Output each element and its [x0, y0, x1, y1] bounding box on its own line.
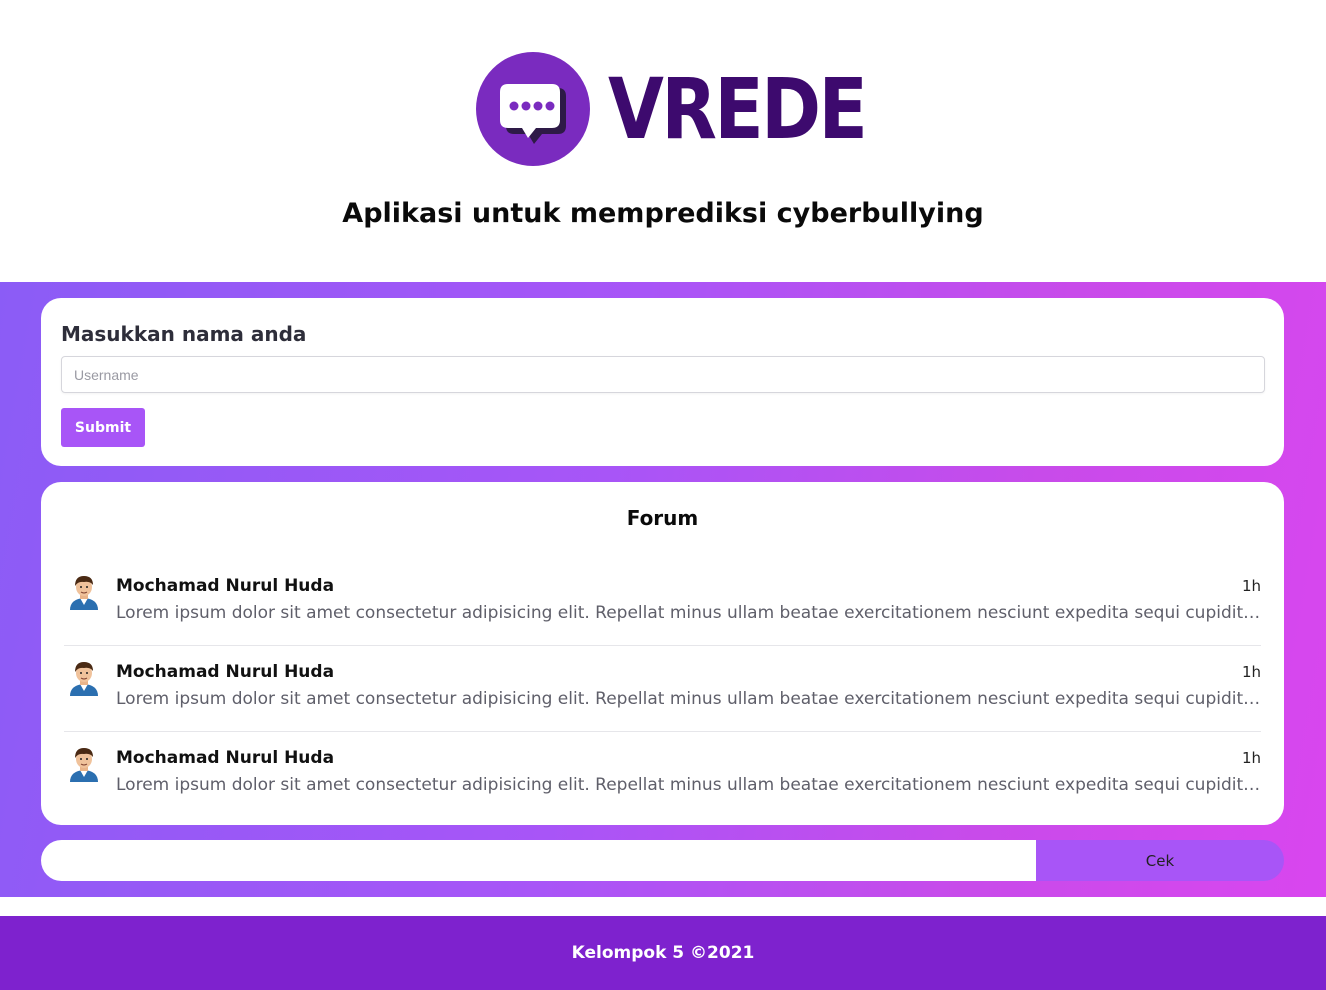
- forum-post[interactable]: Mochamad Nurul Huda 1h Lorem ipsum dolor…: [64, 732, 1261, 818]
- user-avatar-icon: [64, 658, 104, 698]
- brand-name: VREDE: [608, 60, 868, 158]
- name-form-title: Masukkan nama anda: [61, 322, 307, 346]
- post-author: Mochamad Nurul Huda: [116, 576, 335, 596]
- forum-card: Forum Mochamad Nurul Huda 1h Lorem ipsum…: [41, 482, 1284, 825]
- post-author: Mochamad Nurul Huda: [116, 662, 335, 682]
- post-time: 1h: [1241, 663, 1261, 681]
- forum-post[interactable]: Mochamad Nurul Huda 1h Lorem ipsum dolor…: [64, 560, 1261, 646]
- brand-logo: VREDE: [476, 52, 907, 166]
- post-body: Lorem ipsum dolor sit amet consectetur a…: [116, 689, 1261, 709]
- footer: Kelompok 5 ©2021: [0, 916, 1326, 990]
- tagline: Aplikasi untuk memprediksi cyberbullying: [342, 198, 984, 229]
- post-body: Lorem ipsum dolor sit amet consectetur a…: [116, 775, 1261, 795]
- post-time: 1h: [1241, 577, 1261, 595]
- user-avatar-icon: [64, 744, 104, 784]
- name-form-card: Masukkan nama anda Submit: [41, 298, 1284, 466]
- username-input[interactable]: [61, 356, 1265, 393]
- user-avatar-icon: [64, 572, 104, 612]
- post-author: Mochamad Nurul Huda: [116, 748, 335, 768]
- check-input[interactable]: [41, 840, 1036, 881]
- chat-bubble-icon: [476, 52, 590, 166]
- main-section: Masukkan nama anda Submit Forum Mochamad…: [0, 282, 1326, 897]
- forum-title: Forum: [626, 506, 699, 530]
- forum-post[interactable]: Mochamad Nurul Huda 1h Lorem ipsum dolor…: [64, 646, 1261, 732]
- header: VREDE Aplikasi untuk memprediksi cyberbu…: [0, 0, 1326, 282]
- check-button[interactable]: Cek: [1036, 840, 1284, 881]
- submit-button[interactable]: Submit: [61, 408, 145, 447]
- post-body: Lorem ipsum dolor sit amet consectetur a…: [116, 603, 1261, 623]
- footer-text: Kelompok 5 ©2021: [571, 943, 755, 963]
- post-time: 1h: [1241, 749, 1261, 767]
